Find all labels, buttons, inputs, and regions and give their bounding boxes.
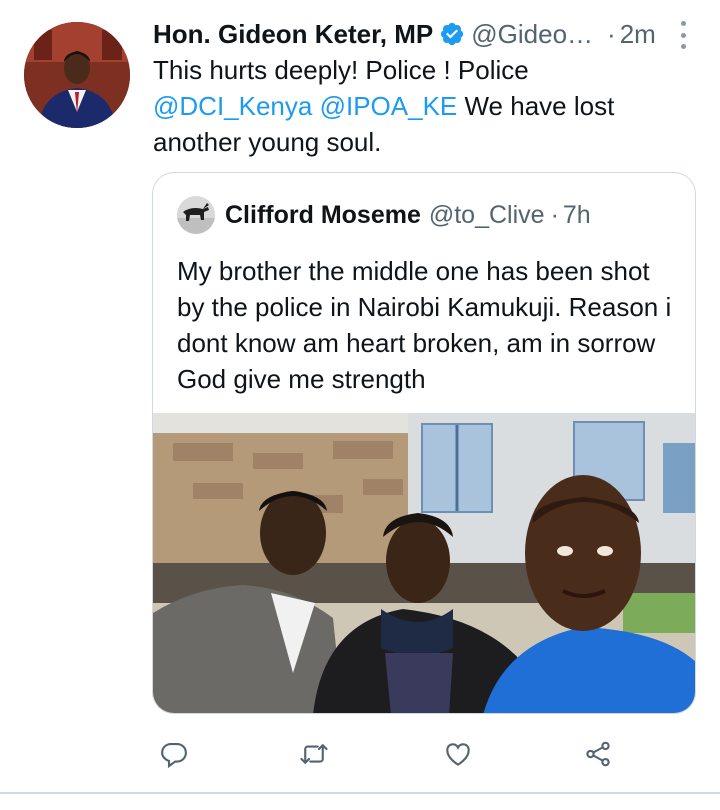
quoted-tweet-header: Clifford Moseme @to_Clive · 7h [177, 196, 591, 234]
separator-dot: · [607, 18, 616, 49]
mention-dci-kenya[interactable]: @DCI_Kenya [153, 91, 312, 121]
quoted-tweet-card[interactable]: Clifford Moseme @to_Clive · 7h My brothe… [152, 172, 696, 714]
quoted-tweet-photo[interactable] [153, 413, 696, 714]
share-icon[interactable] [576, 732, 620, 776]
tweet-action-bar [152, 732, 632, 776]
reply-icon[interactable] [152, 732, 196, 776]
tweet[interactable]: Hon. Gideon Keter, MP @Gideo… · 2m This … [0, 0, 720, 810]
quoted-tweet-timestamp[interactable]: 7h [563, 201, 591, 230]
tweet-divider [0, 792, 720, 794]
tweet-header: Hon. Gideon Keter, MP @Gideo… · 2m [153, 17, 690, 51]
quoted-author-handle[interactable]: @to_Clive [429, 201, 545, 230]
quoted-separator-dot: · [550, 200, 559, 229]
tweet-text-part1: This hurts deeply! Police ! Police [153, 55, 529, 85]
quoted-tweet-text: My brother the middle one has been shot … [177, 256, 672, 394]
tweet-timestamp[interactable]: 2m [620, 19, 656, 50]
mention-ipoa-ke[interactable]: @IPOA_KE [320, 91, 458, 121]
quoted-author-name[interactable]: Clifford Moseme [225, 201, 421, 230]
author-avatar[interactable] [24, 22, 130, 128]
author-handle[interactable]: @Gideo… [471, 19, 593, 50]
more-options-icon[interactable] [676, 21, 690, 49]
author-name[interactable]: Hon. Gideon Keter, MP [153, 19, 433, 50]
retweet-icon[interactable] [292, 732, 336, 776]
quoted-author-avatar[interactable] [177, 196, 215, 234]
verified-badge-icon [441, 22, 464, 46]
tweet-text: This hurts deeply! Police ! Police @DCI_K… [153, 52, 693, 160]
like-icon[interactable] [436, 732, 480, 776]
